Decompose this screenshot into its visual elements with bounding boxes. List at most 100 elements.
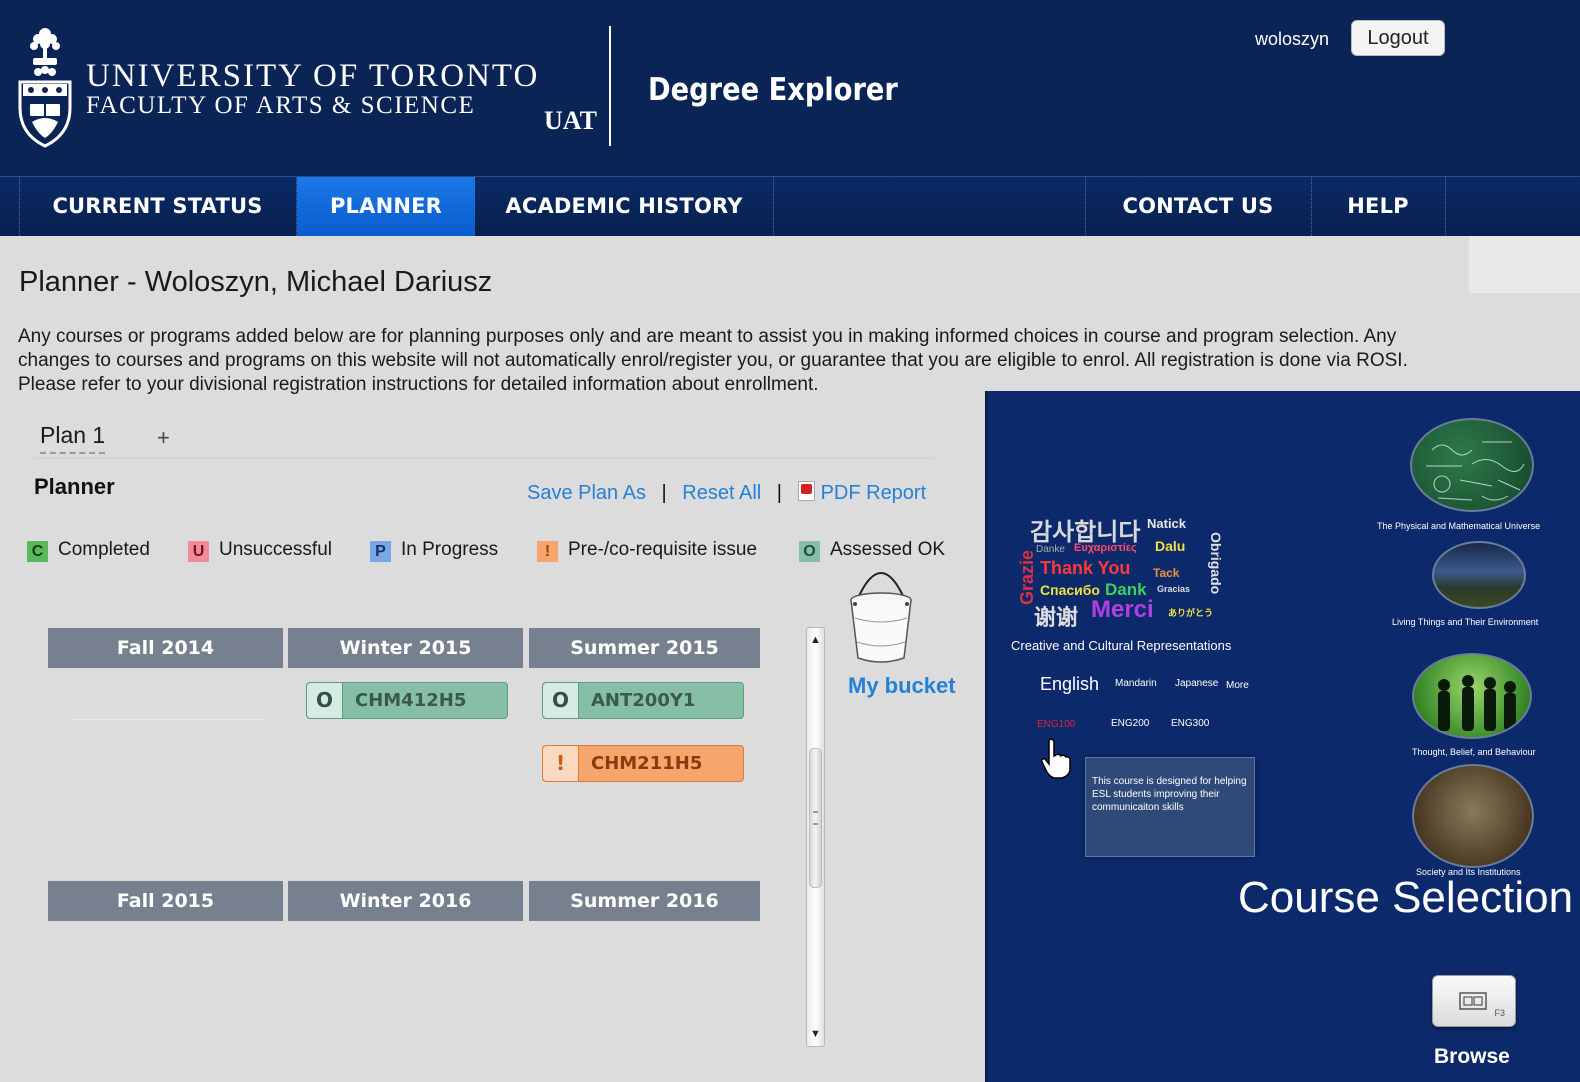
course-eng300[interactable]: ENG300 [1171,718,1209,729]
term-summer-2016: Summer 2016 [529,881,760,921]
thought-belief-image[interactable] [1412,653,1532,739]
save-plan-as-link[interactable]: Save Plan As [527,482,646,504]
term-winter-2015: Winter 2015 [288,628,523,668]
scroll-thumb[interactable] [809,748,822,888]
legend-prereq-issue: ! Pre-/co-requisite issue [537,539,757,562]
browse-window-icon [1459,992,1487,1010]
society-institutions-image[interactable] [1412,764,1534,868]
course-eng200[interactable]: ENG200 [1111,718,1149,729]
cloud-word: 谢谢 [1034,605,1079,630]
cloud-word: Thank You [1040,558,1131,578]
nav-current-status[interactable]: CURRENT STATUS [20,177,295,236]
status-badge: ! [543,746,579,781]
status-badge: O [543,683,579,718]
scroll-down-icon[interactable]: ▼ [809,1028,822,1040]
silhouettes-icon [1438,675,1516,731]
cloud-word: Grazie [1017,549,1037,605]
legend-in-progress: P In Progress [370,539,498,562]
cloud-word: Tack [1153,566,1180,580]
status-badge: O [307,683,343,718]
language-mandarin[interactable]: Mandarin [1115,678,1157,689]
action-separator: | [776,482,782,504]
legend-label: In Progress [401,539,499,560]
scroll-up-icon[interactable]: ▲ [809,634,822,646]
cloud-word: Dalu [1155,538,1186,554]
planner-heading: Planner [34,474,115,499]
pdf-report-label: PDF Report [820,482,927,504]
cloud-word: Natick [1147,516,1187,531]
legend-badge: ! [537,541,558,562]
nav-planner[interactable]: PLANNER [297,177,475,236]
language-english[interactable]: English [1040,674,1099,695]
pdf-report-link[interactable]: PDF Report [797,481,927,504]
course-code: ANT200Y1 [591,690,696,711]
bucket-icon[interactable] [846,556,916,666]
nav-separator [1445,177,1446,236]
faculty-name: FACULTY OF ARTS & SCIENCE [86,92,476,119]
course-code: CHM412H5 [355,690,467,711]
browse-button[interactable]: F3 [1432,975,1516,1027]
legend-badge: C [27,541,48,562]
term-fall-2015: Fall 2015 [48,881,283,921]
nav-separator [773,177,774,236]
legend-badge: O [799,541,820,562]
hand-cursor-icon [1041,738,1071,779]
tab-plan-1[interactable]: Plan 1 [40,422,106,454]
my-bucket-label[interactable]: My bucket [848,673,956,699]
browse-shortcut: F3 [1494,1008,1505,1018]
add-plan-button[interactable]: + [157,425,170,451]
living-things-image[interactable] [1432,541,1526,609]
legend-unsuccessful: U Unsuccessful [188,539,332,562]
app-title: Degree Explorer [648,72,898,108]
course-card-chm211h5[interactable]: ! CHM211H5 [542,745,744,782]
legend-badge: U [188,541,209,562]
thank-you-word-cloud[interactable]: 감사합니다 Natick Danke Ευχαριστίες Dalu Graz… [1016,510,1226,630]
planner-scrollbar[interactable]: ▲ ▼ [806,627,825,1047]
grip-icon [813,811,818,825]
empty-slot-line [72,719,264,720]
term-summer-2015: Summer 2015 [529,628,760,668]
cloud-word: Gracias [1157,584,1191,594]
intro-text: Any courses or programs added below are … [18,326,1408,395]
pdf-icon [797,481,815,501]
course-selection-heading: Course Selection [1238,873,1574,922]
course-card-ant200y1[interactable]: O ANT200Y1 [542,682,744,719]
cloud-word: Danke [1036,544,1065,555]
cloud-word: Merci [1091,596,1154,623]
nav-contact-us[interactable]: CONTACT US [1086,177,1310,236]
legend-badge: P [370,541,391,562]
category-living-things[interactable]: Living Things and Their Environment [1392,617,1538,627]
logout-button[interactable]: Logout [1351,20,1445,56]
language-japanese[interactable]: Japanese [1175,678,1218,689]
planner-actions: Save Plan As | Reset All | PDF Report [527,481,926,505]
physical-math-image[interactable] [1410,418,1534,512]
university-name: UNIVERSITY OF TORONTO [86,58,540,94]
header-divider [609,26,611,146]
divider [34,458,934,459]
term-fall-2014: Fall 2014 [48,628,283,668]
environment-label: UAT [544,106,597,135]
page-title: Planner - Woloszyn, Michael Dariusz [19,266,493,298]
cloud-word: Ευχαριστίες [1074,542,1137,554]
category-creative-cultural[interactable]: Creative and Cultural Representations [1011,638,1231,653]
site-header: UNIVERSITY OF TORONTO FACULTY OF ARTS & … [0,0,1580,176]
reset-all-link[interactable]: Reset All [682,482,761,504]
language-more[interactable]: More [1226,680,1249,691]
action-separator: | [661,482,667,504]
background-patch [1469,236,1580,293]
legend-completed: C Completed [27,539,150,562]
course-card-chm412h5[interactable]: O CHM412H5 [306,682,508,719]
chalkboard-icon [1426,441,1525,501]
term-winter-2016: Winter 2016 [288,881,523,921]
legend-label: Completed [58,539,150,560]
browse-label[interactable]: Browse [1434,1045,1510,1069]
course-code: CHM211H5 [591,753,703,774]
course-description-tooltip: This course is designed for helping ESL … [1085,757,1255,857]
nav-help[interactable]: HELP [1312,177,1444,236]
legend-label: Unsuccessful [219,539,332,560]
category-physical-mathematical[interactable]: The Physical and Mathematical Universe [1377,521,1540,531]
main-nav: CURRENT STATUS PLANNER ACADEMIC HISTORY … [0,176,1580,236]
course-eng100[interactable]: ENG100 [1037,719,1075,730]
category-thought-belief[interactable]: Thought, Belief, and Behaviour [1412,747,1536,757]
nav-academic-history[interactable]: ACADEMIC HISTORY [476,177,772,236]
